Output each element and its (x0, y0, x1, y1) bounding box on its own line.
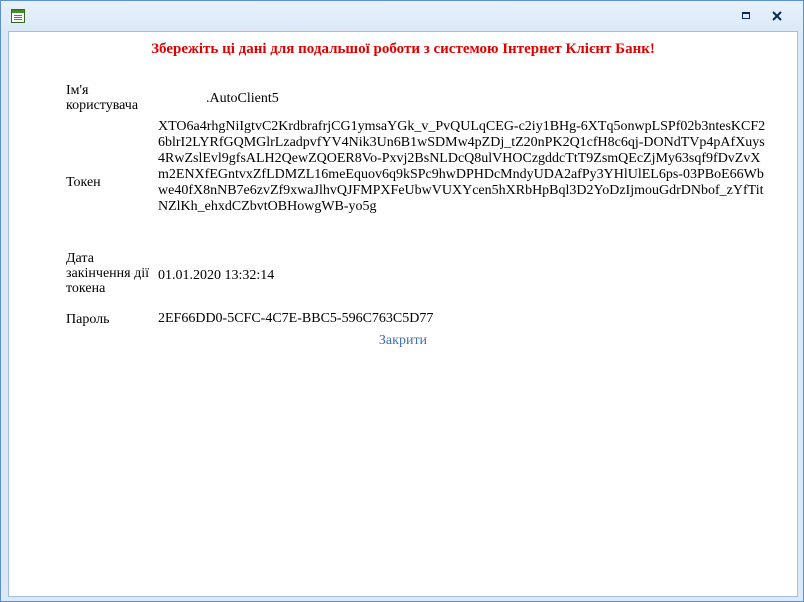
redacted-username-prefix (158, 90, 206, 102)
password-value: 2EF66DD0-5CFC-4C7E-BBC5-596C763C5D77 (158, 311, 434, 326)
title-bar[interactable] (1, 1, 803, 31)
token-label: Токен (66, 175, 101, 190)
maximize-button[interactable] (737, 7, 755, 25)
expiry-label: Дата закінчення дії токена (66, 251, 150, 296)
username-value: .AutoClient5 (158, 90, 279, 107)
close-window-button[interactable] (768, 7, 786, 25)
username-text: .AutoClient5 (206, 91, 279, 106)
token-value: XTO6a4rhgNiIgtvC2KrdbrafrjCG1ymsaYGk_v_P… (158, 119, 766, 214)
close-link[interactable]: Закрити (9, 333, 797, 349)
expiry-value: 01.01.2020 13:32:14 (158, 268, 275, 283)
form-window-icon (11, 9, 25, 23)
dialog-window: Збережіть ці дані для подальшої роботи з… (0, 0, 804, 602)
close-icon (772, 11, 782, 21)
save-data-warning: Збережіть ці дані для подальшої роботи з… (151, 41, 655, 57)
maximize-icon (742, 12, 750, 19)
dialog-content: Збережіть ці дані для подальшої роботи з… (8, 31, 798, 597)
password-label: Пароль (66, 312, 110, 327)
username-label: Ім'я користувача (66, 83, 139, 113)
